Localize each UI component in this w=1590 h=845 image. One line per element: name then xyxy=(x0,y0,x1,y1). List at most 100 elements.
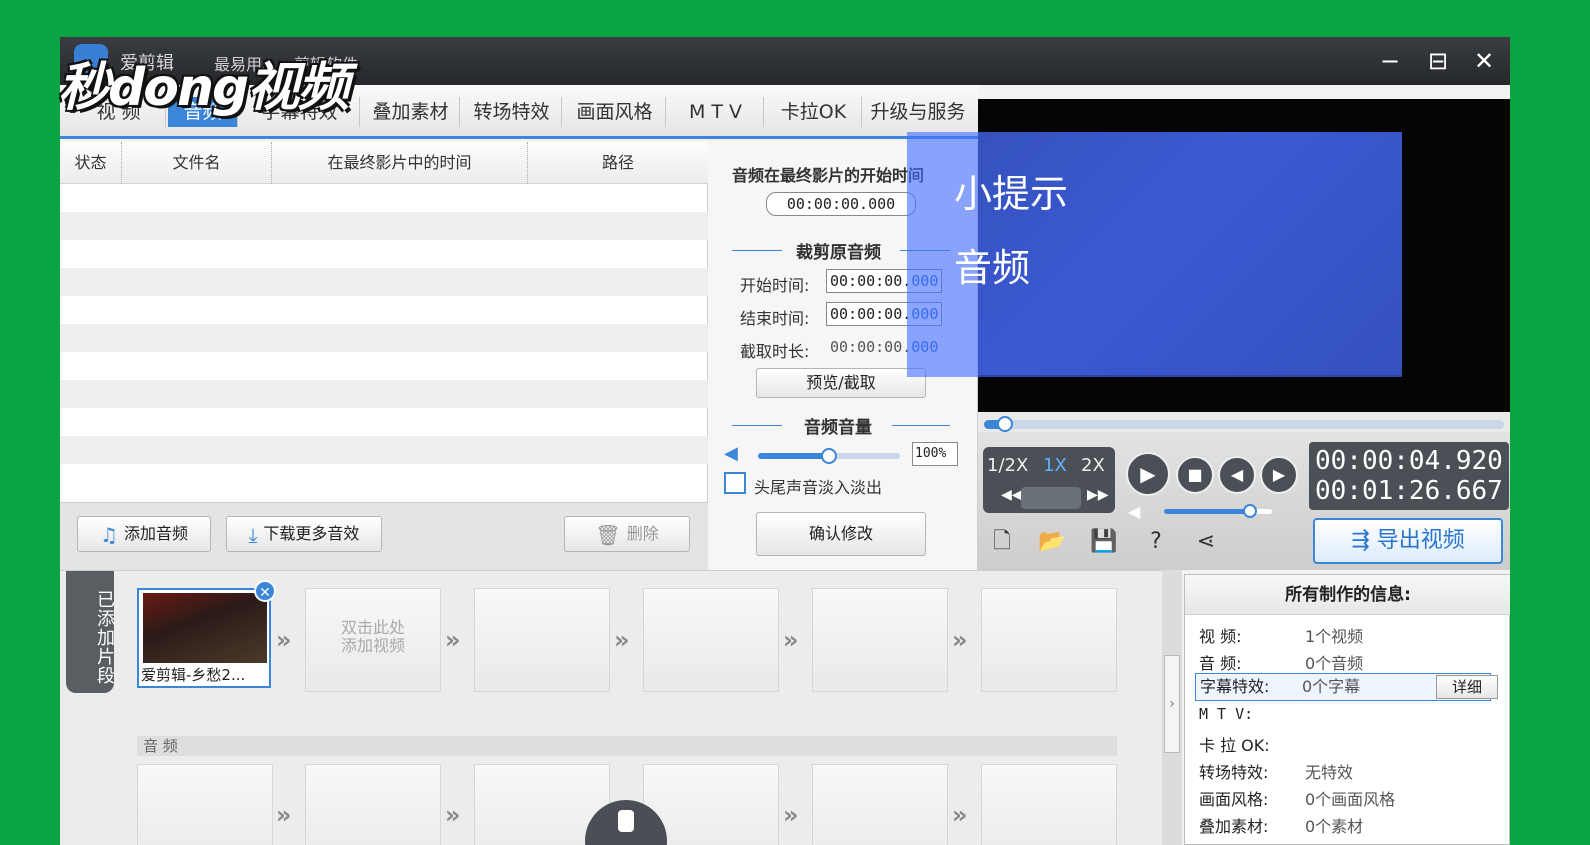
duration-label: 截取时长: xyxy=(740,342,810,361)
start-in-movie-value: 00:00:00.000 xyxy=(786,195,896,213)
confirm-button[interactable]: 确认修改 xyxy=(756,512,926,556)
list-row[interactable] xyxy=(60,464,708,492)
start-in-movie-input[interactable]: 00:00:00.000 xyxy=(766,192,916,216)
info-row-video: 视 频: 1个视频 xyxy=(1199,627,1364,646)
download-effects-button[interactable]: ⤓ 下载更多音效 xyxy=(226,516,382,552)
start-in-movie-label: 音频在最终影片的开始时间 xyxy=(732,166,925,185)
audio-track-label: 音 频 xyxy=(137,736,1117,756)
chevron-right-icon: » xyxy=(276,801,292,829)
info-row-subtitle: 字幕特效: 0个字幕 详细 xyxy=(1195,673,1498,701)
help-icon[interactable]: ? xyxy=(1142,528,1170,556)
video-clip[interactable]: 爱剪辑-乡愁2... xyxy=(137,588,271,688)
list-row[interactable] xyxy=(60,408,708,436)
list-row[interactable] xyxy=(60,184,708,212)
list-row[interactable] xyxy=(60,352,708,380)
music-add-icon: ♫ xyxy=(100,522,118,547)
progress-track[interactable] xyxy=(984,416,1504,432)
export-icon: ⇶ xyxy=(1351,528,1377,553)
empty-slot[interactable] xyxy=(643,588,779,692)
tab-mtv[interactable]: M T V xyxy=(668,97,764,127)
delete-button[interactable]: 🗑 删除 xyxy=(564,516,690,552)
volume-slider-fill xyxy=(758,453,829,459)
play-button[interactable]: ▶ xyxy=(1126,452,1170,496)
trim-section-title: 裁剪原音频 xyxy=(796,243,881,263)
empty-slot[interactable] xyxy=(812,588,948,692)
rewind-icon[interactable]: ◀◀ xyxy=(1001,487,1023,503)
column-time[interactable]: 在最终影片中的时间 xyxy=(272,142,528,184)
divider xyxy=(732,425,782,426)
app-window: 爱剪辑 最易用、…剪辑软件 − ⊟ ✕ 视 频 音频 字幕特效 叠加素材 转场特… xyxy=(60,37,1510,845)
detail-button[interactable]: 详细 xyxy=(1436,675,1498,699)
tab-transition[interactable]: 转场特效 xyxy=(462,97,562,127)
next-frame-button[interactable]: ▶ xyxy=(1260,456,1298,494)
speed-normal[interactable]: 1X xyxy=(1043,455,1067,476)
audio-slot[interactable] xyxy=(981,764,1117,845)
speed-double[interactable]: 2X xyxy=(1081,455,1105,476)
player-volume-fill xyxy=(1164,509,1251,514)
column-path[interactable]: 路径 xyxy=(528,142,708,184)
list-row[interactable] xyxy=(60,212,708,240)
fade-checkbox[interactable] xyxy=(724,472,746,494)
maximize-button[interactable]: ⊟ xyxy=(1418,45,1458,77)
watermark-logo: 秒dong视频 xyxy=(58,58,349,118)
speaker-icon: ◀︎ xyxy=(724,443,738,464)
fast-forward-icon[interactable]: ▶▶ xyxy=(1087,487,1109,503)
list-row[interactable] xyxy=(60,268,708,296)
tab-upgrade[interactable]: 升级与服务 xyxy=(864,97,972,127)
prev-frame-button[interactable]: ◀ xyxy=(1218,456,1256,494)
open-folder-icon[interactable]: 📂 xyxy=(1038,528,1066,556)
add-video-slot[interactable]: 双击此处 添加视频 xyxy=(305,588,441,692)
column-filename[interactable]: 文件名 xyxy=(122,142,272,184)
empty-slot[interactable] xyxy=(474,588,610,692)
tab-karaoke[interactable]: 卡拉OK xyxy=(766,97,862,127)
list-row[interactable] xyxy=(60,296,708,324)
jog-wheel[interactable] xyxy=(1021,487,1081,509)
audio-slot[interactable] xyxy=(305,764,441,845)
export-label: 导出视频 xyxy=(1376,528,1465,553)
progress-knob[interactable] xyxy=(996,416,1013,432)
speed-selector: 1/2X 1X 2X ◀◀ ▶▶ xyxy=(983,447,1115,513)
remove-clip-icon[interactable]: ✕ xyxy=(254,580,276,602)
chevron-right-icon: » xyxy=(952,626,968,654)
audio-slot[interactable] xyxy=(812,764,948,845)
volume-value[interactable]: 100% xyxy=(912,442,958,466)
audio-slot[interactable] xyxy=(137,764,273,845)
add-audio-button[interactable]: ♫ 添加音频 xyxy=(77,516,211,552)
preview-trim-button[interactable]: 预览/截取 xyxy=(756,368,926,398)
list-row[interactable] xyxy=(60,240,708,268)
share-icon[interactable]: ⋖ xyxy=(1192,528,1220,556)
time-display: 00:00:04.920 00:01:26.667 xyxy=(1309,442,1509,510)
speed-half[interactable]: 1/2X xyxy=(987,455,1028,476)
volume-section-title: 音频音量 xyxy=(804,418,872,438)
download-icon: ⤓ xyxy=(248,522,258,547)
player-volume-slider[interactable] xyxy=(1164,504,1272,518)
chevron-right-icon: » xyxy=(614,626,630,654)
delete-label: 删除 xyxy=(626,524,659,543)
column-status[interactable]: 状态 xyxy=(60,142,122,184)
player-volume-knob[interactable] xyxy=(1243,504,1258,518)
stop-button[interactable]: ■ xyxy=(1176,456,1214,494)
tip-body: 音频 xyxy=(954,246,1031,290)
chevron-right-icon: » xyxy=(783,626,799,654)
chevron-right-icon: » xyxy=(445,801,461,829)
list-row[interactable] xyxy=(60,380,708,408)
new-project-icon[interactable]: 🗋 xyxy=(988,528,1016,556)
close-button[interactable]: ✕ xyxy=(1464,45,1504,77)
trash-icon: 🗑 xyxy=(595,522,621,547)
added-clips-tab[interactable]: 已添加片段 xyxy=(66,571,115,693)
save-icon[interactable]: 💾 xyxy=(1090,528,1118,556)
info-row-mtv: M T V: xyxy=(1199,705,1254,723)
list-row[interactable] xyxy=(60,324,708,352)
clip-label: 爱剪辑-乡愁2... xyxy=(141,666,246,684)
tab-style[interactable]: 画面风格 xyxy=(564,97,666,127)
collapse-panel-icon[interactable]: › xyxy=(1164,655,1180,753)
volume-slider[interactable] xyxy=(758,448,900,464)
list-row[interactable] xyxy=(60,436,708,464)
volume-slider-knob[interactable] xyxy=(821,448,837,464)
clip-thumbnail xyxy=(143,593,267,663)
empty-slot[interactable] xyxy=(981,588,1117,692)
player-speaker-icon[interactable]: ◀︎ xyxy=(1128,502,1140,521)
export-video-button[interactable]: ⇶ 导出视频 xyxy=(1313,518,1503,564)
add-video-slot-text: 双击此处 添加视频 xyxy=(340,618,405,655)
minimize-button[interactable]: − xyxy=(1370,45,1410,77)
